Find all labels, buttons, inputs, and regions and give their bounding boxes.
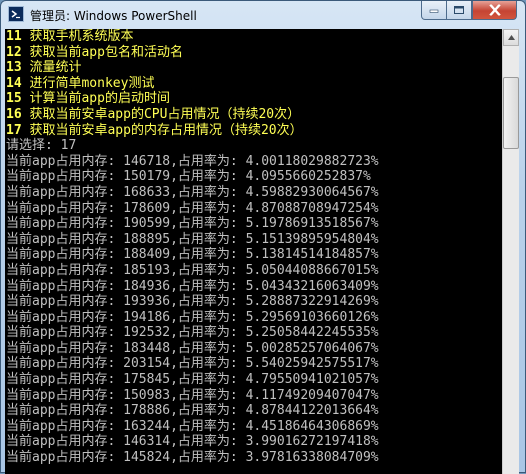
menu-item: 12 获取当前app包名和活动名	[6, 44, 183, 60]
minimize-icon	[429, 9, 439, 13]
output-line: 当前app占用内存: 178609,占用率为: 4.87088708947254…	[6, 200, 379, 216]
minimize-button[interactable]	[421, 1, 447, 20]
output-line: 当前app占用内存: 183448,占用率为: 5.00285257064067…	[6, 340, 379, 356]
output-line: 当前app占用内存: 150983,占用率为: 4.11749209407047…	[6, 387, 379, 403]
scroll-up-arrow-icon	[508, 35, 515, 40]
menu-item: 17 获取当前安卓app的内存占用情况（持续20次）	[6, 122, 303, 138]
output-line: 当前app占用内存: 150179,占用率为: 4.0955660252837%	[6, 169, 371, 185]
scroll-up-button[interactable]	[503, 29, 519, 46]
output-line: 当前app占用内存: 188895,占用率为: 5.15139895954804…	[6, 231, 379, 247]
input-prompt: 请选择: 17	[6, 138, 77, 154]
output-line: 当前app占用内存: 178886,占用率为: 4.87844122013664…	[6, 403, 379, 419]
maximize-button[interactable]	[447, 1, 472, 20]
output-line: 当前app占用内存: 188409,占用率为: 5.13814514184857…	[6, 247, 379, 263]
window-title: 管理员: Windows PowerShell	[30, 9, 197, 23]
menu-item: 13 流量统计	[6, 60, 82, 76]
output-line: 当前app占用内存: 184936,占用率为: 5.04343216063409…	[6, 278, 379, 294]
powershell-icon[interactable]	[8, 6, 24, 22]
menu-item: 11 获取手机系统版本	[6, 29, 134, 44]
powershell-window: 管理员: Windows PowerShell 11 获取手机系统版本 12 获…	[0, 0, 526, 474]
output-line: 当前app占用内存: 185193,占用率为: 5.05044088667015…	[6, 262, 379, 278]
output-line: 当前app占用内存: 146314,占用率为: 3.99016272197418…	[6, 434, 379, 450]
menu-item: 14 进行简单monkey测试	[6, 75, 155, 91]
output-line: 当前app占用内存: 193936,占用率为: 5.28887322914269…	[6, 294, 379, 310]
maximize-icon	[454, 6, 464, 14]
close-button[interactable]	[472, 1, 517, 20]
output-line: 当前app占用内存: 145824,占用率为: 3.97816338084709…	[6, 450, 379, 466]
title-bar[interactable]: 管理员: Windows PowerShell	[1, 1, 525, 29]
output-line: 当前app占用内存: 146718,占用率为: 4.00118029882723…	[6, 153, 379, 169]
vertical-scrollbar[interactable]	[502, 29, 519, 474]
scrollbar-thumb[interactable]	[503, 77, 519, 149]
output-line: 当前app占用内存: 190599,占用率为: 5.19786913518567…	[6, 216, 379, 232]
output-line: 当前app占用内存: 203154,占用率为: 5.54025942575517…	[6, 356, 379, 372]
output-line: 当前app占用内存: 192532,占用率为: 5.25058442245535…	[6, 325, 379, 341]
menu-item: 15 计算当前app的启动时间	[6, 91, 170, 107]
close-icon	[488, 4, 501, 16]
menu-item: 16 获取当前安卓app的CPU占用情况（持续20次）	[6, 106, 301, 122]
console-output[interactable]: 11 获取手机系统版本 12 获取当前app包名和活动名 13 流量统计 14 …	[5, 29, 502, 474]
output-line: 当前app占用内存: 194186,占用率为: 5.29569103660126…	[6, 309, 379, 325]
output-line: 当前app占用内存: 168633,占用率为: 4.59882930064567…	[6, 184, 379, 200]
output-line: 当前app占用内存: 163244,占用率为: 4.45186464306869…	[6, 418, 379, 434]
output-line: 当前app占用内存: 175845,占用率为: 4.79550941021057…	[6, 372, 379, 388]
